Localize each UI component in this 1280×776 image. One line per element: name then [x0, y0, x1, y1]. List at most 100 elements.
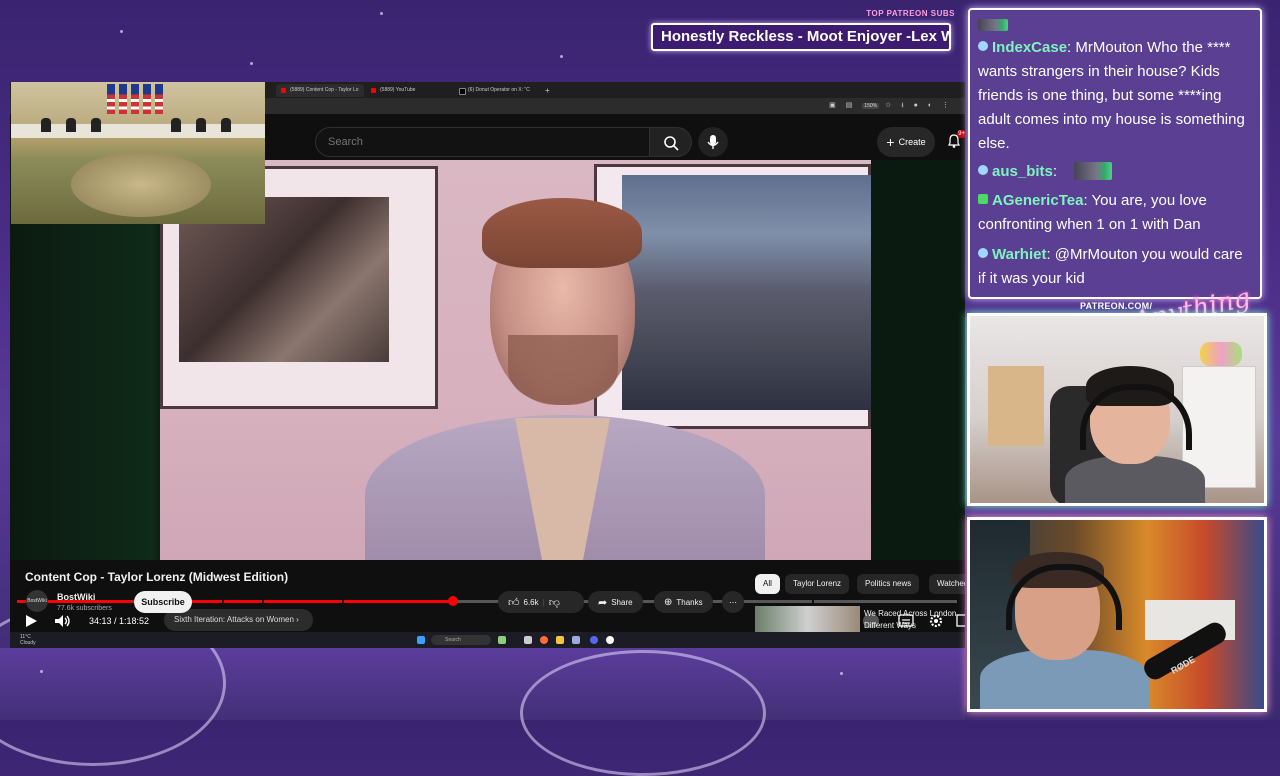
progress-scrubber[interactable] [448, 596, 459, 606]
channel-name[interactable]: BostWiki [57, 592, 95, 602]
framed-photo-right [594, 164, 871, 429]
share-arrow-icon: ➦ [598, 596, 608, 609]
chat-message: Warhiet: @MrMouton you would care if it … [978, 246, 1243, 287]
chip-politics-news[interactable]: Politics news [857, 574, 920, 594]
thanks-icon: ⊕ [664, 596, 673, 608]
video-frame[interactable]: ⇲ [160, 160, 871, 560]
browser-toolbar-icons[interactable]: ▣ ▤ 150% ☆ ⭳ ● ◐ ⋮ [829, 101, 953, 112]
subscribe-button[interactable]: Subscribe [134, 591, 192, 613]
chapter-marker [342, 600, 344, 603]
obs-icon[interactable] [606, 636, 614, 644]
tab-label: (5889) YouTube [380, 87, 416, 93]
webcam-bottom: RØDE [967, 517, 1267, 712]
x-icon [459, 88, 466, 95]
pip-person [171, 118, 181, 132]
emote-image [1073, 162, 1112, 180]
share-button[interactable]: ➦ Share [588, 591, 643, 613]
tab-label: (5889) Content Cop - Taylor Lo [290, 87, 359, 93]
taskbar-search-label: Search [445, 637, 461, 643]
background-star [120, 30, 123, 33]
search-icon [664, 136, 679, 151]
discord-icon[interactable] [590, 636, 598, 644]
plush-toys [1200, 342, 1242, 366]
background-star [40, 670, 43, 673]
thumbs-up-icon[interactable]: 👍︎ [508, 596, 520, 609]
search-box[interactable] [315, 127, 650, 157]
background-star [840, 672, 843, 675]
search-input[interactable] [316, 128, 640, 156]
flag-icon [119, 84, 127, 114]
taskbar-app-icon[interactable] [524, 636, 532, 644]
channel-subscriber-count: 77.6k subscribers [57, 605, 112, 612]
chat-badge-icon [978, 41, 988, 51]
chip-taylor-lorenz[interactable]: Taylor Lorenz [785, 574, 850, 594]
patreon-heading: TOP PATREON SUBS [866, 9, 955, 18]
chat-message: IndexCase: MrMouton Who the **** wants s… [978, 39, 1245, 152]
flag-icon [143, 84, 151, 114]
browser-tab[interactable]: (5889) Content Cop - Taylor Lo [276, 84, 364, 97]
patreon-ticker: Honestly Reckless - Moot Enjoyer -Lex Wi [651, 23, 951, 51]
taskbar-app-icon[interactable] [498, 636, 506, 644]
speaker-hair [482, 198, 642, 268]
pip-rug [71, 152, 211, 217]
windows-start-icon[interactable] [417, 636, 425, 644]
chat-panel: IndexCase: MrMouton Who the **** wants s… [968, 8, 1262, 299]
thanks-button[interactable]: ⊕ Thanks [654, 591, 713, 613]
thumbs-down-icon[interactable]: 👎︎ [549, 596, 560, 609]
cardboard-box [988, 366, 1044, 446]
zoom-level[interactable]: 150% [862, 103, 880, 109]
browser-taskbar-icon[interactable] [540, 636, 548, 644]
chevron-right-icon: › [296, 615, 299, 624]
browser-tab[interactable]: (5889) YouTube [366, 84, 454, 97]
webcam-top [967, 313, 1267, 506]
pip-person [196, 118, 206, 132]
divider: | [542, 597, 545, 607]
new-tab-button[interactable]: + [542, 83, 556, 96]
recommendation-thumbnail[interactable] [755, 606, 860, 632]
emote-image [978, 19, 1008, 31]
patreon-ticker-text: Honestly Reckless - Moot Enjoyer -Lex Wi [661, 28, 951, 45]
flag-icon [155, 84, 163, 114]
create-label: Create [898, 137, 926, 147]
chat-username[interactable]: Warhiet [992, 246, 1046, 263]
speaker-beard [508, 335, 618, 405]
flag-icon [107, 84, 115, 114]
channel-avatar[interactable]: BostWiki [26, 590, 48, 612]
chat-username[interactable]: AGenericTea [992, 192, 1083, 209]
chapter-button[interactable]: Sixth Iteration: Attacks on Women › [164, 609, 313, 631]
background-swirl [520, 650, 766, 776]
pip-video-inset [11, 82, 265, 224]
browser-tab[interactable]: (6) Donut Operator on X: "C [454, 84, 542, 97]
thanks-label: Thanks [676, 597, 703, 607]
recommendation-title[interactable]: We Raced Across London Different Ways [864, 608, 964, 632]
chat-emote-row [978, 16, 1008, 31]
chapter-marker [262, 600, 264, 603]
share-label: Share [611, 597, 633, 607]
search-button[interactable] [650, 127, 692, 157]
file-explorer-icon[interactable] [556, 636, 564, 644]
chip-watched[interactable]: Watched [929, 574, 965, 594]
chip-all[interactable]: All [755, 574, 780, 594]
notification-count-badge: 9+ [957, 130, 965, 138]
chat-username[interactable]: aus_bits [992, 163, 1053, 180]
chapter-label: Sixth Iteration: Attacks on Women [174, 615, 294, 624]
create-button[interactable]: + Create [877, 127, 935, 157]
chat-badge-icon [978, 194, 988, 204]
taskbar-search[interactable]: Search [431, 635, 491, 645]
chat-message: aus_bits: [978, 160, 1254, 184]
taskbar-app-icon[interactable] [572, 636, 580, 644]
plus-icon: + [886, 134, 895, 150]
youtube-icon [371, 88, 376, 93]
youtube-icon [281, 88, 286, 93]
weather-desc: Cloudy [20, 640, 36, 646]
pip-person [91, 118, 101, 132]
more-actions-button[interactable]: ⋯ [722, 591, 744, 613]
pip-person [41, 118, 51, 132]
play-icon[interactable] [24, 614, 38, 628]
background-star [560, 55, 563, 58]
like-count[interactable]: 6.6k [524, 598, 539, 607]
weather-widget[interactable]: 11°C Cloudy [20, 634, 36, 646]
voice-search-button[interactable] [698, 127, 728, 157]
chat-username[interactable]: IndexCase [992, 39, 1067, 56]
volume-icon[interactable] [54, 614, 72, 628]
